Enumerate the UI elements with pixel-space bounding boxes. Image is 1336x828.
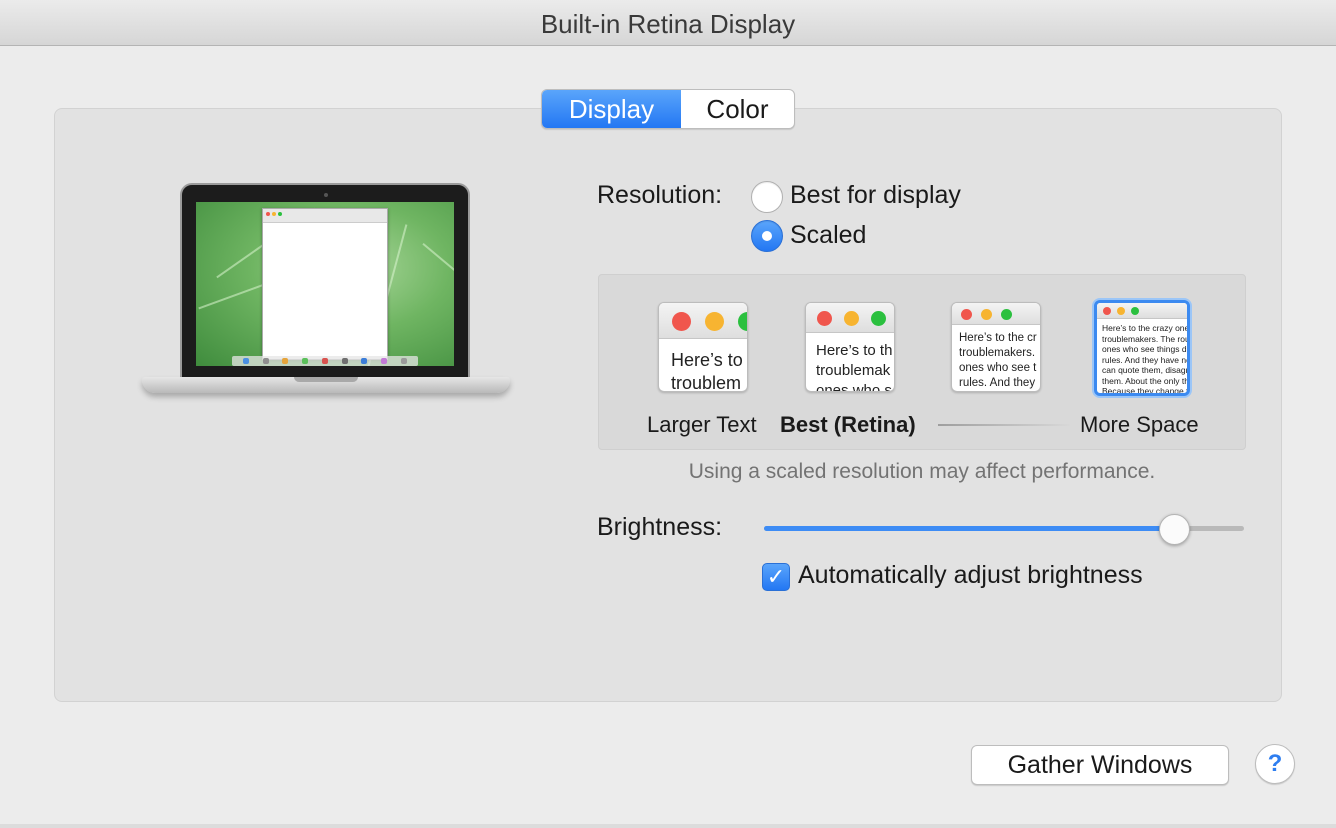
minimize-dot-icon — [705, 312, 724, 331]
close-dot-icon — [672, 312, 691, 331]
thumbnail-sample-text: Here’s to t troublem — [671, 350, 743, 392]
document-toolbar — [263, 209, 387, 223]
brightness-slider-knob[interactable] — [1158, 514, 1190, 545]
dock-app-icon — [321, 358, 328, 364]
thumbnail-titlebar — [952, 303, 1040, 325]
zoom-dot-icon — [738, 312, 747, 331]
best-retina-label: Best (Retina) — [780, 412, 916, 437]
dock-app-icon — [341, 358, 348, 364]
thumbnail-sample-text: Here’s to the cr troublemakers. ones who… — [959, 332, 1037, 389]
laptop-illustration — [138, 181, 514, 413]
zoom-dot-icon — [1131, 307, 1139, 315]
scale-option-larger-text[interactable]: Here’s to t troublem — [658, 302, 748, 392]
scaled-label[interactable]: Scaled — [790, 221, 866, 250]
tab-color[interactable]: Color — [681, 90, 794, 128]
dock-app-icon — [381, 358, 388, 364]
laptop-document-window — [262, 208, 388, 360]
tab-control: Display Color — [541, 89, 795, 129]
zoom-dot-icon — [278, 212, 282, 216]
best-for-display-radio[interactable] — [751, 181, 783, 213]
close-dot-icon — [266, 212, 270, 216]
thumbnail-sample-text: Here’s to the crazy one troublemakers. T… — [1102, 323, 1190, 396]
laptop-base — [142, 377, 510, 393]
help-button[interactable]: ? — [1255, 744, 1295, 784]
thumbnail-titlebar — [806, 303, 894, 333]
dock-app-icon — [302, 358, 309, 364]
laptop-notch — [294, 377, 358, 382]
leaf-vein — [422, 242, 454, 284]
close-dot-icon — [817, 311, 832, 326]
dock-app-icon — [262, 358, 269, 364]
close-dot-icon — [1103, 307, 1111, 315]
thumbnail-titlebar — [1097, 303, 1187, 319]
scale-range-line — [938, 424, 1070, 426]
scale-option-more-space[interactable]: Here’s to the crazy one troublemakers. T… — [1094, 300, 1190, 396]
minimize-dot-icon — [1117, 307, 1125, 315]
laptop-dock — [232, 356, 418, 366]
minimize-dot-icon — [981, 309, 992, 320]
zoom-dot-icon — [1001, 309, 1012, 320]
auto-brightness-checkbox[interactable]: ✓ — [762, 563, 790, 591]
zoom-dot-icon — [871, 311, 886, 326]
minimize-dot-icon — [844, 311, 859, 326]
window-title: Built-in Retina Display — [0, 0, 1336, 46]
laptop-lid — [180, 183, 470, 379]
tab-display[interactable]: Display — [542, 90, 681, 128]
laptop-screen — [196, 202, 454, 366]
scale-option-2[interactable]: Here’s to th troublemak ones who s — [805, 302, 895, 392]
dock-app-icon — [242, 358, 249, 364]
best-for-display-label[interactable]: Best for display — [790, 181, 961, 210]
thumbnail-sample-text: Here’s to th troublemak ones who s — [816, 342, 893, 392]
scaled-radio[interactable] — [751, 220, 783, 252]
gather-windows-button[interactable]: Gather Windows — [971, 745, 1229, 785]
document-traffic-lights — [266, 212, 282, 216]
dock-app-icon — [361, 358, 368, 364]
dock-app-icon — [282, 358, 289, 364]
larger-text-label: Larger Text — [647, 412, 757, 437]
brightness-slider-fill — [764, 526, 1175, 531]
close-dot-icon — [961, 309, 972, 320]
brightness-label: Brightness: — [597, 513, 723, 541]
performance-note: Using a scaled resolution may affect per… — [688, 460, 1156, 483]
minimize-dot-icon — [272, 212, 276, 216]
dock-app-icon — [401, 358, 407, 364]
scale-option-3[interactable]: Here’s to the cr troublemakers. ones who… — [951, 302, 1041, 392]
more-space-label: More Space — [1080, 412, 1199, 437]
window-bottom-edge — [0, 824, 1336, 828]
laptop-camera — [324, 193, 328, 197]
auto-brightness-label[interactable]: Automatically adjust brightness — [798, 561, 1143, 590]
display-preferences-window: Built-in Retina Display Display Color Re… — [0, 0, 1336, 828]
thumbnail-titlebar — [659, 303, 747, 339]
resolution-label: Resolution: — [597, 181, 723, 209]
